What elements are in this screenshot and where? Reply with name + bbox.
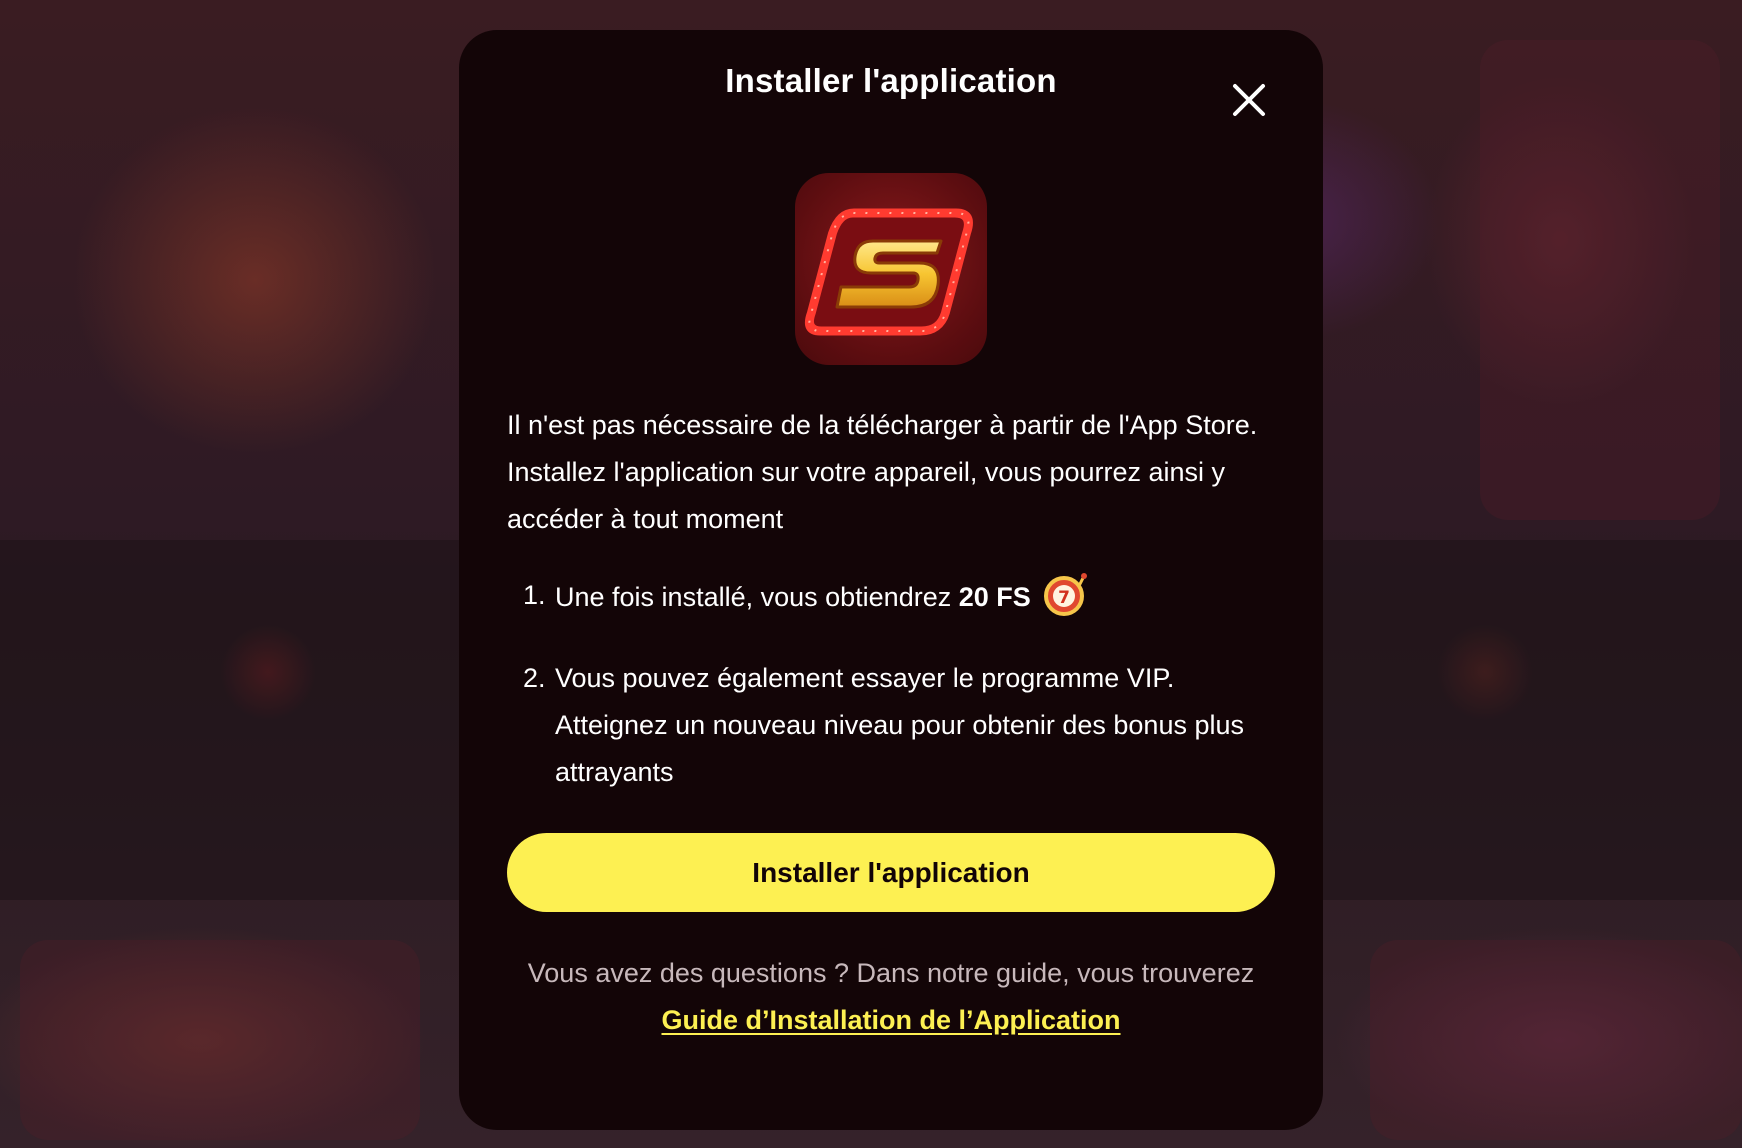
background-card [1370,940,1742,1140]
free-spins-amount: 20 FS [958,582,1031,612]
step-number: 1. [523,580,546,610]
step-number: 2. [523,663,546,693]
modal-header: Installer l'application [507,30,1275,175]
install-app-button[interactable]: Installer l'application [507,833,1275,912]
installation-guide-link[interactable]: Guide d’Installation de l’Application [507,997,1275,1044]
list-item: 1. Une fois installé, vous obtiendrez 20… [507,572,1275,621]
install-app-modal: Installer l'application Il n'est pas néc… [459,30,1323,1130]
svg-text:7: 7 [1058,588,1070,608]
background-card [1480,40,1720,520]
benefits-list: 1. Une fois installé, vous obtiendrez 20… [507,572,1275,796]
install-description: Il n'est pas nécessaire de la télécharge… [507,410,1258,534]
step-text: Vous pouvez également essayer le program… [555,663,1245,787]
step-text: Une fois installé, vous obtiendrez [555,582,959,612]
background-card [20,940,420,1140]
slot-machine-icon: 7 [1042,572,1088,618]
questions-text: Vous avez des questions ? Dans notre gui… [527,958,1255,988]
app-logo-icon [795,173,987,365]
modal-title: Installer l'application [725,61,1057,99]
list-item: 2. Vous pouvez également essayer le prog… [507,655,1275,796]
close-icon[interactable] [1229,80,1269,120]
